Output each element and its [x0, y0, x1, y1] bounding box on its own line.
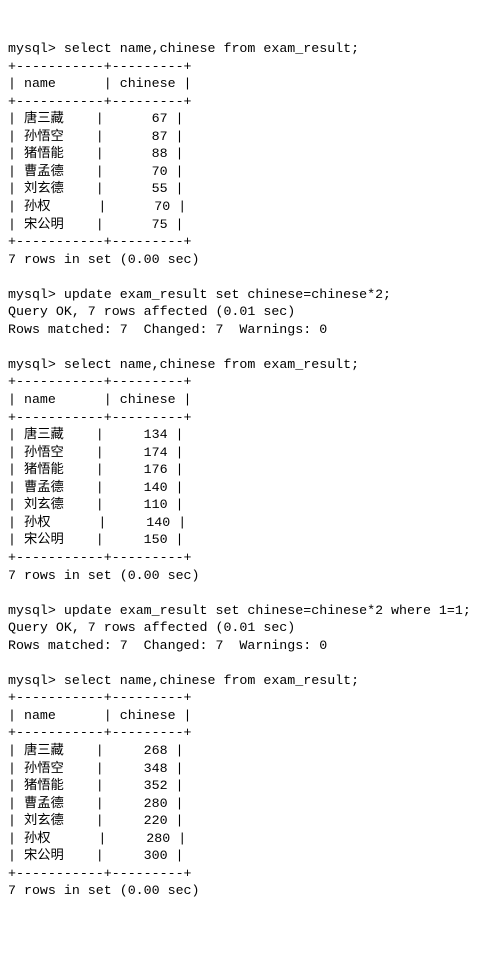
table-border: +-----------+---------+ — [8, 550, 192, 565]
sql-query: select name,chinese from exam_result; — [64, 673, 359, 688]
table-border: +-----------+---------+ — [8, 725, 192, 740]
table-border: +-----------+---------+ — [8, 59, 192, 74]
table-row: | 唐三藏 | 67 | — [8, 111, 184, 126]
table-row: | 刘玄德 | 55 | — [8, 181, 184, 196]
table-row: | 猪悟能 | 176 | — [8, 462, 184, 477]
table-row: | 孙权 | 140 | — [8, 515, 186, 530]
table-row: | 孙悟空 | 87 | — [8, 129, 184, 144]
table-header: | name | chinese | — [8, 76, 192, 91]
prompt: mysql> — [8, 673, 56, 688]
table-row: | 唐三藏 | 268 | — [8, 743, 184, 758]
query-response: Query OK, 7 rows affected (0.01 sec) — [8, 620, 295, 635]
result-footer: 7 rows in set (0.00 sec) — [8, 252, 200, 267]
prompt: mysql> — [8, 287, 56, 302]
table-border: +-----------+---------+ — [8, 866, 192, 881]
result-footer: 7 rows in set (0.00 sec) — [8, 883, 200, 898]
terminal-output: mysql> select name,chinese from exam_res… — [8, 40, 492, 900]
sql-query: select name,chinese from exam_result; — [64, 357, 359, 372]
prompt: mysql> — [8, 603, 56, 618]
table-row: | 猪悟能 | 352 | — [8, 778, 184, 793]
table-border: +-----------+---------+ — [8, 94, 192, 109]
prompt: mysql> — [8, 357, 56, 372]
table-row: | 宋公明 | 75 | — [8, 217, 184, 232]
table-row: | 孙权 | 70 | — [8, 199, 186, 214]
table-border: +-----------+---------+ — [8, 234, 192, 249]
sql-query: update exam_result set chinese=chinese*2… — [64, 287, 391, 302]
table-row: | 曹孟德 | 70 | — [8, 164, 184, 179]
table-row: | 孙权 | 280 | — [8, 831, 186, 846]
table-header: | name | chinese | — [8, 392, 192, 407]
table-row: | 猪悟能 | 88 | — [8, 146, 184, 161]
table-row: | 孙悟空 | 174 | — [8, 445, 184, 460]
table-row: | 曹孟德 | 140 | — [8, 480, 184, 495]
table-row: | 刘玄德 | 110 | — [8, 497, 184, 512]
sql-query: select name,chinese from exam_result; — [64, 41, 359, 56]
table-row: | 刘玄德 | 220 | — [8, 813, 184, 828]
query-response: Rows matched: 7 Changed: 7 Warnings: 0 — [8, 638, 327, 653]
table-row: | 宋公明 | 150 | — [8, 532, 184, 547]
prompt: mysql> — [8, 41, 56, 56]
table-row: | 孙悟空 | 348 | — [8, 761, 184, 776]
table-header: | name | chinese | — [8, 708, 192, 723]
table-row: | 曹孟德 | 280 | — [8, 796, 184, 811]
table-row: | 唐三藏 | 134 | — [8, 427, 184, 442]
table-row: | 宋公明 | 300 | — [8, 848, 184, 863]
query-response: Query OK, 7 rows affected (0.01 sec) — [8, 304, 295, 319]
table-border: +-----------+---------+ — [8, 690, 192, 705]
table-border: +-----------+---------+ — [8, 374, 192, 389]
result-footer: 7 rows in set (0.00 sec) — [8, 568, 200, 583]
sql-query: update exam_result set chinese=chinese*2… — [64, 603, 471, 618]
query-response: Rows matched: 7 Changed: 7 Warnings: 0 — [8, 322, 327, 337]
table-border: +-----------+---------+ — [8, 410, 192, 425]
